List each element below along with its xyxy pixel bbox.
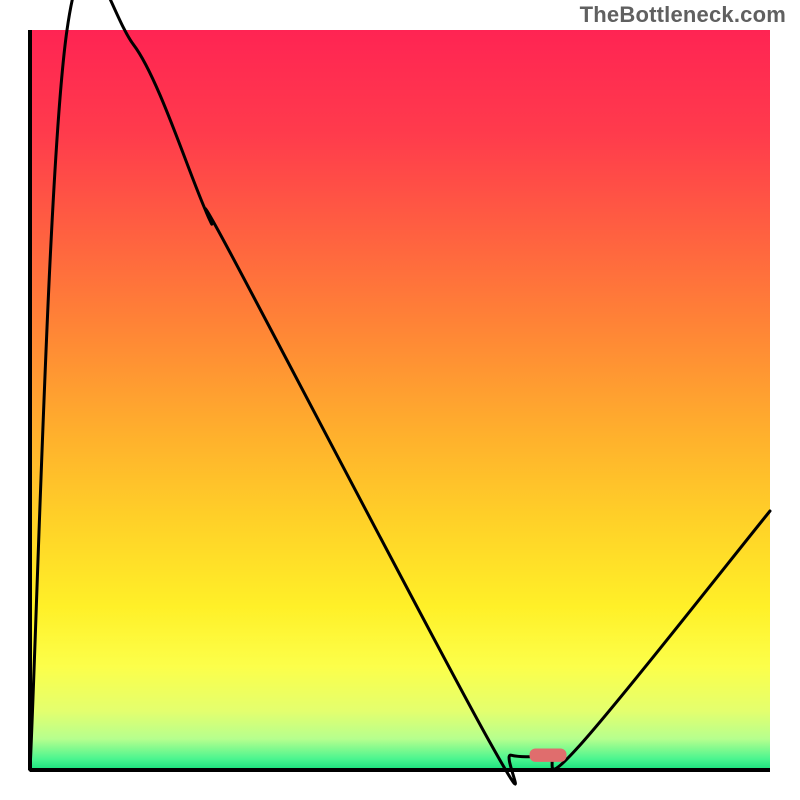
chart-container: TheBottleneck.com bbox=[0, 0, 800, 800]
plot-background bbox=[30, 30, 770, 770]
optimum-marker bbox=[530, 749, 567, 762]
bottleneck-chart bbox=[0, 0, 800, 800]
watermark-text: TheBottleneck.com bbox=[580, 2, 786, 28]
